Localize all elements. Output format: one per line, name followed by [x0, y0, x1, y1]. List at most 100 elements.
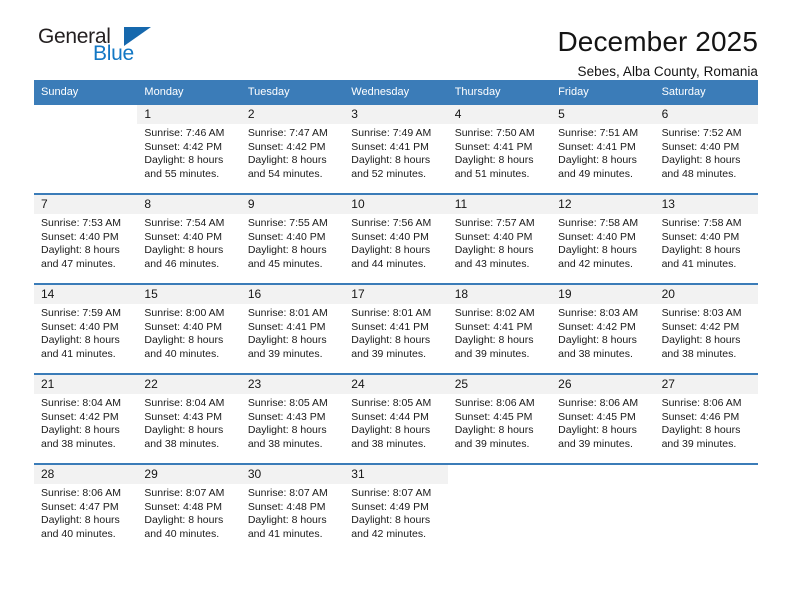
calendar-day-cell[interactable]: 23 Sunrise: 8:05 AM Sunset: 4:43 PM Dayligh…: [240, 375, 345, 464]
sunset-text: Sunset: 4:48 PM: [247, 500, 326, 513]
day-number: 11: [447, 195, 552, 215]
sunrise-text: Sunrise: 8:06 AM: [454, 397, 535, 410]
calendar-day-cell[interactable]: 6 Sunrise: 7:52 AM Sunset: 4:40 PM Daylight…: [654, 105, 758, 194]
sunrise-text: Sunrise: 8:04 AM: [144, 397, 225, 410]
calendar-day-cell[interactable]: 26 Sunrise: 8:06 AM Sunset: 4:45 PM Dayligh…: [551, 375, 655, 464]
calendar-day-cell[interactable]: 24 Sunrise: 8:05 AM Sunset: 4:44 PM Dayligh…: [344, 375, 448, 464]
sunset-text: Sunset: 4:42 PM: [661, 320, 740, 333]
day-number: 15: [137, 285, 241, 305]
calendar-day-cell[interactable]: 29 Sunrise: 8:07 AM Sunset: 4:48 PM Dayligh…: [137, 465, 241, 554]
calendar-day-cell[interactable]: 31 Sunrise: 8:07 AM Sunset: 4:49 PM Dayligh…: [344, 465, 448, 554]
day-number: 26: [551, 375, 655, 395]
day-sun-info: Sunrise: 7:50 AM Sunset: 4:41 PM Daylight:…: [448, 124, 551, 181]
sunrise-text: Sunrise: 8:03 AM: [661, 307, 742, 320]
sunrise-text: Sunrise: 8:06 AM: [661, 397, 742, 410]
calendar-day-cell[interactable]: 5 Sunrise: 7:51 AM Sunset: 4:41 PM Daylight…: [551, 105, 655, 194]
calendar-week-row: 1 Sunrise: 7:46 AM Sunset: 4:42 PM Daylight…: [34, 105, 758, 194]
calendar-day-cell[interactable]: 12 Sunrise: 7:58 AM Sunset: 4:40 PM Dayligh…: [551, 195, 655, 284]
weekday-header-thursday: Thursday: [454, 86, 501, 98]
sunset-text: Sunset: 4:42 PM: [41, 410, 119, 423]
calendar-day-cell[interactable]: 15 Sunrise: 8:00 AM Sunset: 4:40 PM Dayligh…: [137, 285, 241, 374]
calendar-week-row: 28 Sunrise: 8:06 AM Sunset: 4:47 PM Dayligh…: [34, 463, 758, 554]
daylight-text-line2: and 38 minutes.: [351, 437, 426, 450]
sunset-text: Sunset: 4:40 PM: [144, 320, 223, 333]
sunrise-text: Sunrise: 7:46 AM: [144, 127, 225, 140]
day-sun-info: Sunrise: 7:57 AM Sunset: 4:40 PM Daylight:…: [448, 214, 551, 271]
daylight-text-line1: Daylight: 8 hours: [558, 334, 637, 347]
day-number: 19: [551, 285, 655, 305]
daylight-text-line2: and 41 minutes.: [661, 257, 737, 270]
daylight-text-line2: and 45 minutes.: [247, 257, 323, 270]
day-number: 2: [240, 105, 345, 125]
day-sun-info: Sunrise: 8:03 AM Sunset: 4:42 PM Daylight:…: [655, 304, 758, 361]
sunset-text: Sunset: 4:40 PM: [661, 230, 740, 243]
day-number: 22: [137, 375, 241, 395]
daylight-text-line1: Daylight: 8 hours: [661, 154, 741, 167]
calendar-day-cell[interactable]: 13 Sunrise: 7:58 AM Sunset: 4:40 PM Dayligh…: [654, 195, 758, 284]
calendar-week-row: 21 Sunrise: 8:04 AM Sunset: 4:42 PM Dayligh…: [34, 373, 758, 464]
day-sun-info: Sunrise: 8:02 AM Sunset: 4:41 PM Daylight:…: [448, 304, 551, 361]
calendar-day-cell[interactable]: 21 Sunrise: 8:04 AM Sunset: 4:42 PM Dayligh…: [34, 375, 138, 464]
daylight-text-line2: and 42 minutes.: [351, 527, 426, 540]
page-title: December 2025: [557, 26, 758, 57]
calendar-day-cell[interactable]: 2 Sunrise: 7:47 AM Sunset: 4:42 PM Daylight…: [240, 105, 345, 194]
calendar-day-cell[interactable]: 18 Sunrise: 8:02 AM Sunset: 4:41 PM Dayligh…: [447, 285, 552, 374]
calendar-day-cell[interactable]: 4 Sunrise: 7:50 AM Sunset: 4:41 PM Daylight…: [447, 105, 552, 194]
daylight-text-line1: Daylight: 8 hours: [144, 514, 224, 527]
sunrise-text: Sunrise: 7:58 AM: [558, 217, 639, 230]
sunrise-text: Sunrise: 8:02 AM: [454, 307, 535, 320]
calendar-day-cell[interactable]: 9 Sunrise: 7:55 AM Sunset: 4:40 PM Daylight…: [240, 195, 345, 284]
daylight-text-line1: Daylight: 8 hours: [661, 424, 741, 437]
day-sun-info: Sunrise: 7:56 AM Sunset: 4:40 PM Daylight:…: [344, 214, 447, 271]
calendar-day-cell[interactable]: 30 Sunrise: 8:07 AM Sunset: 4:48 PM Dayligh…: [240, 465, 345, 554]
calendar-day-cell[interactable]: 22 Sunrise: 8:04 AM Sunset: 4:43 PM Dayligh…: [137, 375, 241, 464]
day-sun-info: Sunrise: 7:59 AM Sunset: 4:40 PM Daylight:…: [34, 304, 137, 361]
generalblue-logo[interactable]: General Blue: [34, 26, 158, 74]
calendar-day-cell[interactable]: 25 Sunrise: 8:06 AM Sunset: 4:45 PM Dayligh…: [447, 375, 552, 464]
sunrise-text: Sunrise: 7:56 AM: [351, 217, 432, 230]
calendar-day-cell[interactable]: 19 Sunrise: 8:03 AM Sunset: 4:42 PM Dayligh…: [551, 285, 655, 374]
day-number: [34, 105, 138, 125]
daylight-text-line1: Daylight: 8 hours: [558, 244, 637, 257]
daylight-text-line2: and 39 minutes.: [247, 347, 323, 360]
day-sun-info: Sunrise: 8:04 AM Sunset: 4:42 PM Daylight:…: [34, 394, 137, 451]
calendar-day-cell[interactable]: 14 Sunrise: 7:59 AM Sunset: 4:40 PM Dayligh…: [34, 285, 138, 374]
calendar-day-cell[interactable]: 10 Sunrise: 7:56 AM Sunset: 4:40 PM Dayligh…: [344, 195, 448, 284]
sunrise-text: Sunrise: 7:54 AM: [144, 217, 225, 230]
day-sun-info: Sunrise: 7:51 AM Sunset: 4:41 PM Daylight:…: [551, 124, 654, 181]
sunset-text: Sunset: 4:45 PM: [454, 410, 533, 423]
calendar-day-cell[interactable]: 27 Sunrise: 8:06 AM Sunset: 4:46 PM Dayligh…: [654, 375, 758, 464]
daylight-text-line1: Daylight: 8 hours: [661, 334, 741, 347]
calendar-day-cell[interactable]: 8 Sunrise: 7:54 AM Sunset: 4:40 PM Daylight…: [137, 195, 241, 284]
day-number: 9: [240, 195, 345, 215]
calendar-day-cell[interactable]: 28 Sunrise: 8:06 AM Sunset: 4:47 PM Dayligh…: [34, 465, 138, 554]
day-number: [447, 465, 552, 485]
sunrise-text: Sunrise: 8:05 AM: [351, 397, 432, 410]
daylight-text-line2: and 55 minutes.: [144, 167, 220, 180]
daylight-text-line1: Daylight: 8 hours: [454, 424, 534, 437]
day-sun-info: Sunrise: 7:58 AM Sunset: 4:40 PM Daylight:…: [655, 214, 758, 271]
day-number: 23: [240, 375, 345, 395]
calendar-day-cell[interactable]: 3 Sunrise: 7:49 AM Sunset: 4:41 PM Daylight…: [344, 105, 448, 194]
day-sun-info: Sunrise: 8:07 AM Sunset: 4:48 PM Daylight:…: [137, 484, 240, 541]
daylight-text-line2: and 40 minutes.: [41, 527, 116, 540]
sunset-text: Sunset: 4:42 PM: [247, 140, 326, 153]
weekday-header-monday: Monday: [144, 86, 184, 98]
calendar-day-cell[interactable]: 7 Sunrise: 7:53 AM Sunset: 4:40 PM Daylight…: [34, 195, 138, 284]
daylight-text-line2: and 39 minutes.: [454, 437, 530, 450]
day-number: 17: [344, 285, 448, 305]
calendar-day-cell[interactable]: 16 Sunrise: 8:01 AM Sunset: 4:41 PM Dayligh…: [240, 285, 345, 374]
daylight-text-line2: and 38 minutes.: [661, 347, 737, 360]
calendar-day-cell[interactable]: 17 Sunrise: 8:01 AM Sunset: 4:41 PM Dayligh…: [344, 285, 448, 374]
calendar-day-cell[interactable]: 1 Sunrise: 7:46 AM Sunset: 4:42 PM Daylight…: [137, 105, 241, 194]
daylight-text-line1: Daylight: 8 hours: [661, 244, 741, 257]
day-number: 14: [34, 285, 138, 305]
sunrise-text: Sunrise: 7:49 AM: [351, 127, 432, 140]
calendar-day-empty: [447, 465, 552, 554]
day-sun-info: Sunrise: 7:52 AM Sunset: 4:40 PM Daylight:…: [655, 124, 758, 181]
sunrise-text: Sunrise: 7:53 AM: [41, 217, 121, 230]
calendar-day-cell[interactable]: 11 Sunrise: 7:57 AM Sunset: 4:40 PM Dayligh…: [447, 195, 552, 284]
calendar-day-cell[interactable]: 20 Sunrise: 8:03 AM Sunset: 4:42 PM Dayligh…: [654, 285, 758, 374]
day-number: 6: [654, 105, 758, 125]
sunrise-text: Sunrise: 8:01 AM: [351, 307, 432, 320]
